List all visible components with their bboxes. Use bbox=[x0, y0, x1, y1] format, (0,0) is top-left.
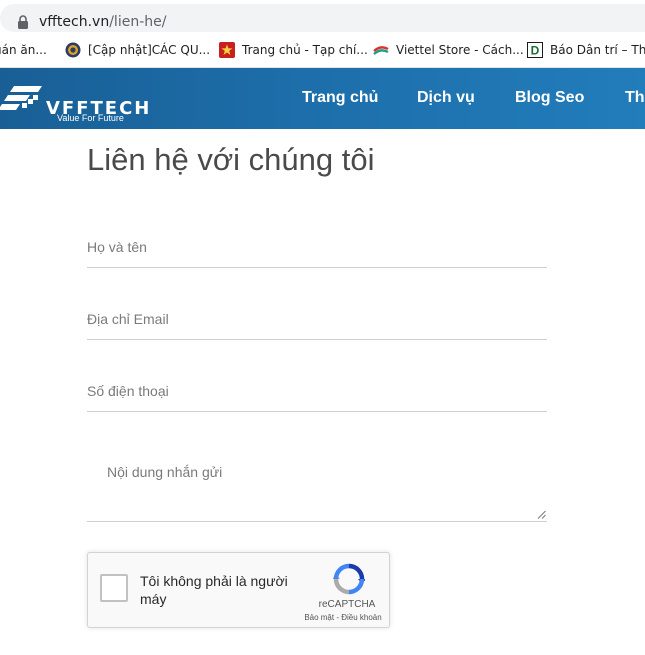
page-title: Liên hệ với chúng tôi bbox=[87, 142, 375, 177]
bookmark-label: uán ăn... bbox=[0, 43, 47, 57]
url-text[interactable]: vfftech.vn/lien-he/ bbox=[39, 14, 166, 30]
resize-handle-icon[interactable] bbox=[537, 510, 546, 519]
address-bar[interactable]: vfftech.vn/lien-he/ bbox=[0, 4, 645, 32]
phone-field[interactable]: Số điện thoại bbox=[87, 368, 547, 412]
message-placeholder: Nội dung nhắn gửi bbox=[107, 464, 223, 480]
nav-blog-seo[interactable]: Blog Seo bbox=[515, 89, 584, 107]
email-placeholder: Địa chỉ Email bbox=[87, 311, 169, 327]
recaptcha-label: Tôi không phải là người máy bbox=[140, 573, 288, 607]
address-bar-area: vfftech.vn/lien-he/ bbox=[0, 0, 645, 36]
phone-placeholder: Số điện thoại bbox=[87, 383, 169, 399]
bookmark-label: Trang chủ - Tạp chí... bbox=[242, 43, 368, 57]
nav-item-truncated[interactable]: Th bbox=[625, 89, 645, 107]
bookmark-item-trang-chu-tap-chi[interactable]: Trang chủ - Tạp chí... bbox=[219, 36, 368, 64]
bookmark-item-cap-nhat[interactable]: [Cập nhật]CÁC QU... bbox=[65, 36, 210, 64]
nav-dich-vu[interactable]: Dịch vụ bbox=[417, 89, 475, 107]
vfftech-logo[interactable]: VFFTECH Value For Future bbox=[0, 82, 150, 123]
red-emblem-favicon-icon bbox=[219, 42, 235, 58]
email-field[interactable]: Địa chỉ Email bbox=[87, 296, 547, 340]
bookmark-item-quan-an[interactable]: uán ăn... bbox=[0, 36, 47, 64]
viettel-favicon-icon bbox=[373, 46, 389, 55]
lock-icon[interactable] bbox=[17, 15, 29, 29]
vfftech-logo-mark-icon bbox=[0, 86, 42, 110]
bookmark-label: [Cập nhật]CÁC QU... bbox=[88, 43, 211, 57]
site-header: VFFTECH Value For Future Trang chủ Dịch … bbox=[0, 68, 645, 129]
svg-text:D: D bbox=[531, 44, 540, 58]
name-field[interactable]: Họ và tên bbox=[87, 224, 547, 268]
bookmark-item-viettel-store[interactable]: Viettel Store - Cách... bbox=[373, 36, 524, 64]
dantri-favicon-icon: D bbox=[527, 42, 543, 58]
eye-favicon-icon bbox=[65, 42, 81, 58]
bookmark-label: Báo Dân trí – Thôn bbox=[550, 43, 645, 57]
recaptcha-widget: Tôi không phải là người máy reCAPTCHA Bả… bbox=[87, 552, 390, 628]
url-host: vfftech.vn bbox=[39, 14, 110, 30]
url-path: /lien-he/ bbox=[109, 14, 167, 30]
name-placeholder: Họ và tên bbox=[87, 239, 147, 255]
recaptcha-terms-link[interactable]: Bảo mật - Điều khoản bbox=[294, 613, 392, 622]
bookmark-item-bao-dan-tri[interactable]: D Báo Dân trí – Thôn bbox=[527, 36, 645, 64]
recaptcha-logo-icon bbox=[333, 563, 365, 595]
recaptcha-checkbox[interactable] bbox=[100, 574, 128, 602]
recaptcha-brand: reCAPTCHA bbox=[318, 599, 376, 610]
logo-tagline: Value For Future bbox=[57, 113, 124, 123]
bookmarks-bar: uán ăn... [Cập nhật]CÁC QU... Trang chủ … bbox=[0, 36, 645, 68]
nav-trang-chu[interactable]: Trang chủ bbox=[302, 89, 378, 107]
message-textarea[interactable]: Nội dung nhắn gửi bbox=[87, 442, 547, 522]
bookmark-label: Viettel Store - Cách... bbox=[396, 43, 524, 57]
